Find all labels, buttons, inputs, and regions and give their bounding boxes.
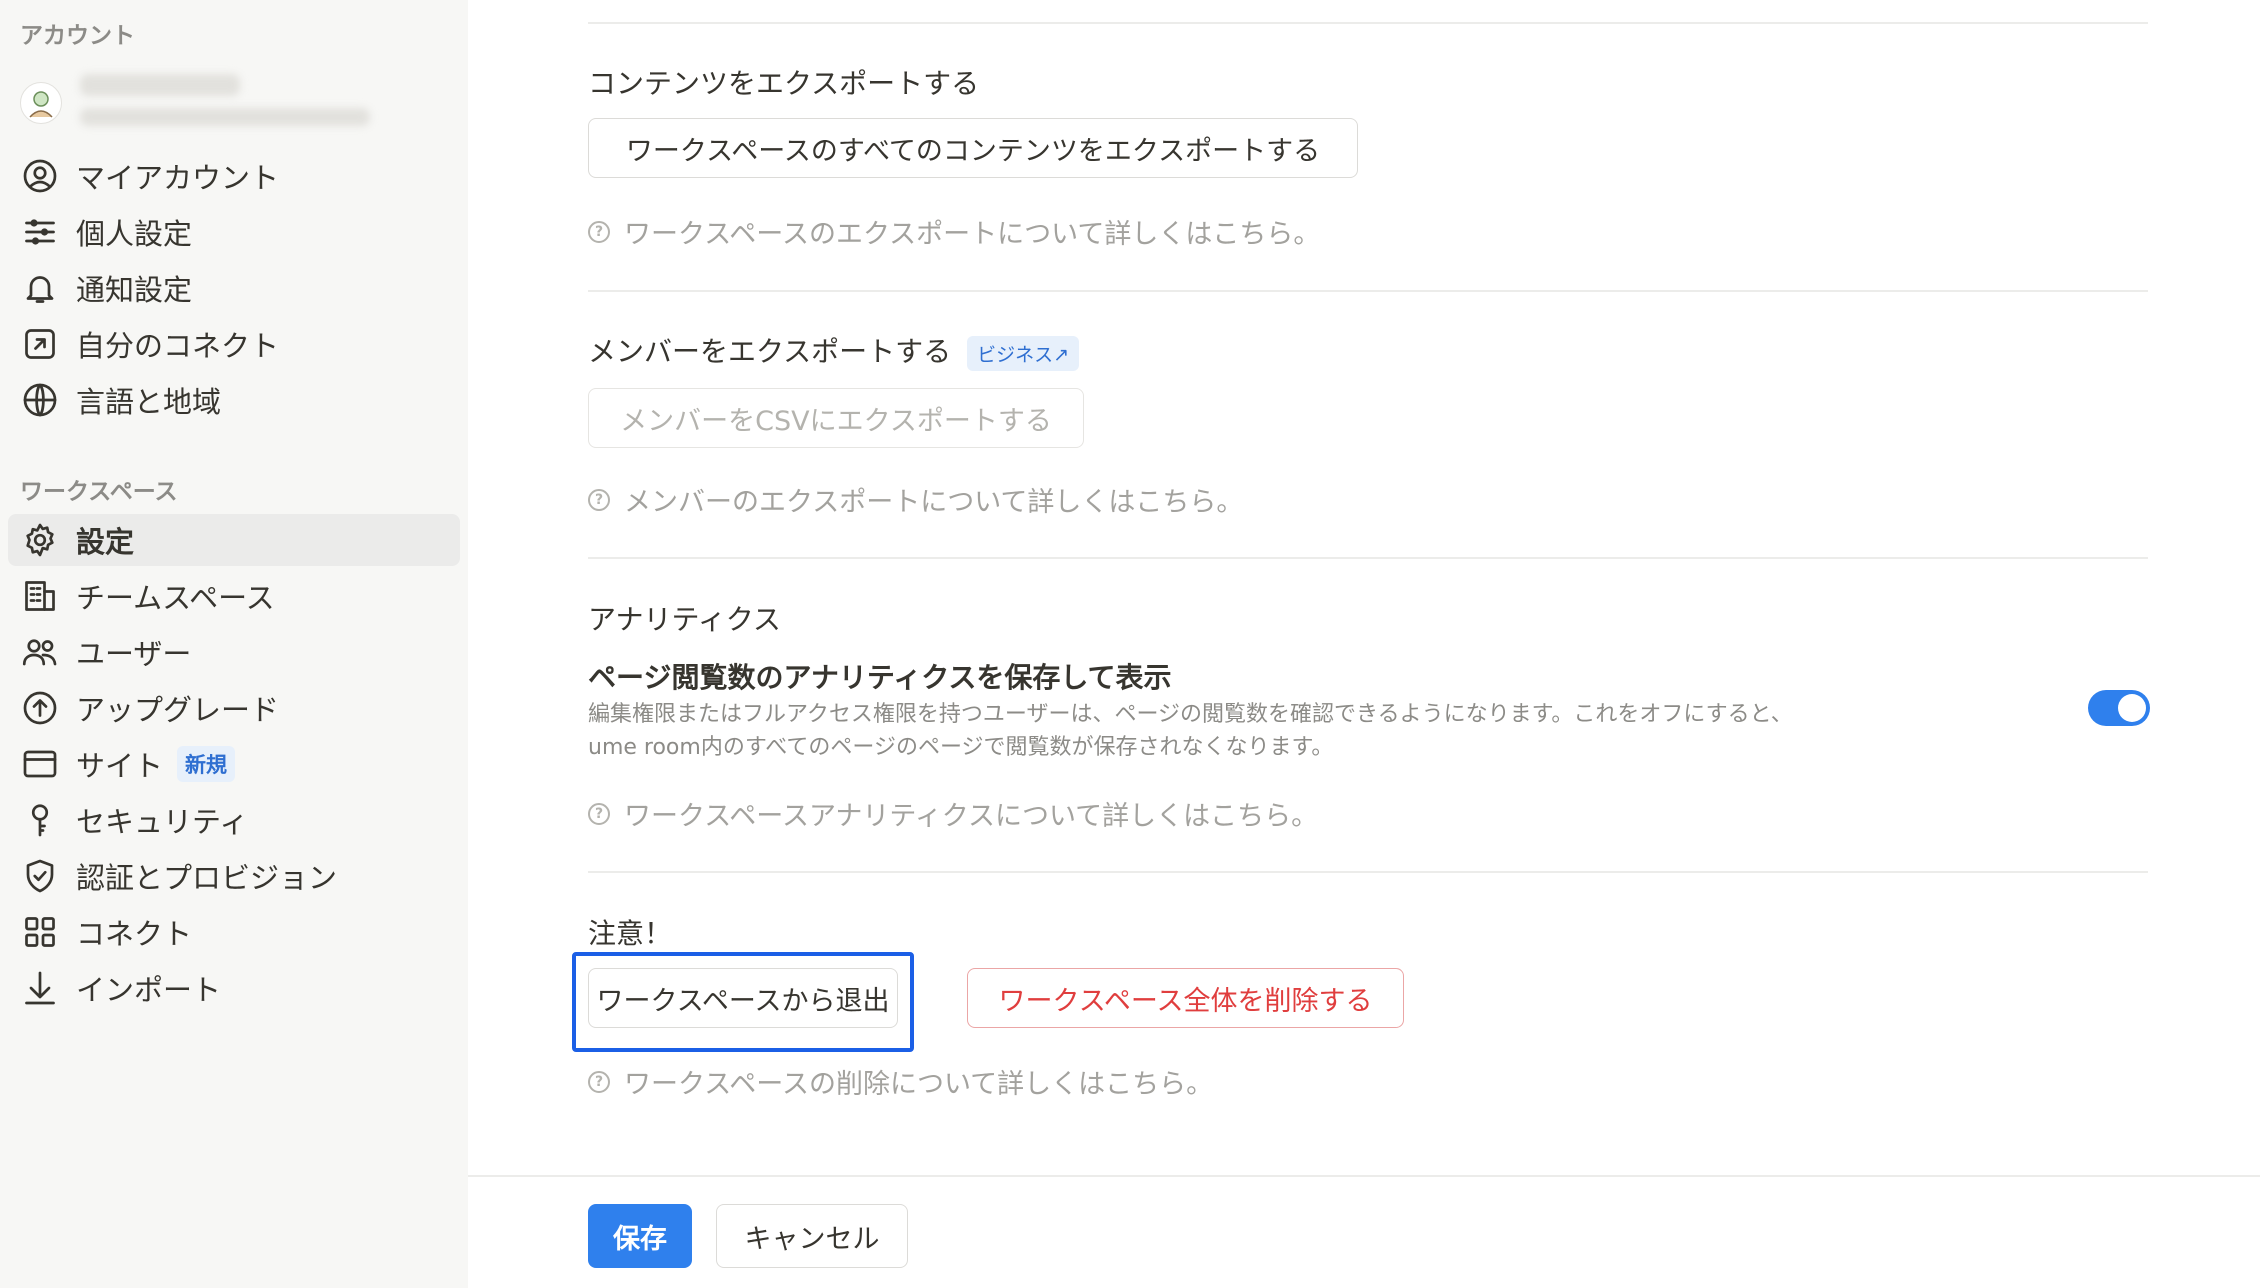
export-members-title-text: メンバーをエクスポートする — [588, 335, 952, 368]
leave-workspace-button[interactable]: ワークスペースから退出 — [588, 968, 898, 1028]
delete-workspace-help-link[interactable]: ? ワークスペースの削除について詳しくはこちら。 — [588, 1062, 1213, 1101]
user-circle-icon — [20, 156, 60, 196]
help-text: ワークスペースアナリティクスについて詳しくはこちら。 — [624, 801, 1319, 832]
sidebar-item-import[interactable]: インポート — [8, 962, 460, 1014]
browser-icon — [20, 744, 60, 784]
sidebar-item-label: 個人設定 — [76, 217, 193, 251]
account-profile[interactable] — [20, 68, 460, 138]
divider — [588, 290, 2148, 292]
new-badge: 新規 — [177, 746, 236, 782]
sidebar-item-connections[interactable]: コネクト — [8, 906, 460, 958]
grid-icon — [20, 912, 60, 952]
cancel-button[interactable]: キャンセル — [716, 1204, 908, 1268]
divider — [588, 557, 2148, 559]
help-icon: ? — [588, 1070, 610, 1093]
page-view-analytics-description: 編集権限またはフルアクセス権限を持つユーザーは、ページの閲覧数を確認できるように… — [588, 698, 1948, 764]
workspace-section-label: ワークスペース — [20, 479, 178, 505]
divider — [588, 871, 2148, 873]
sidebar-item-label: 設定 — [76, 525, 135, 559]
sidebar-item-label: インポート — [76, 973, 222, 1007]
sidebar-item-label: 通知設定 — [76, 273, 193, 307]
help-icon: ? — [588, 802, 610, 825]
help-text: メンバーのエクスポートについて詳しくはこちら。 — [624, 487, 1244, 518]
sidebar-item-settings[interactable]: 設定 — [8, 514, 460, 566]
building-icon — [20, 576, 60, 616]
help-icon: ? — [588, 488, 610, 511]
key-icon — [20, 800, 60, 840]
help-text: ワークスペースの削除について詳しくはこちら。 — [624, 1069, 1214, 1100]
analytics-title: アナリティクス — [588, 603, 781, 636]
sidebar-item-label: コネクト — [76, 917, 193, 951]
download-icon — [20, 968, 60, 1008]
help-text: ワークスペースのエクスポートについて詳しくはこちら。 — [624, 219, 1321, 250]
bell-icon — [20, 268, 60, 308]
sidebar-item-label: マイアカウント — [76, 161, 280, 195]
settings-main: コンテンツをエクスポートする ワークスペースのすべてのコンテンツをエクスポートす… — [468, 0, 2260, 1288]
account-section-label: アカウント — [20, 23, 135, 49]
arrow-square-icon — [20, 324, 60, 364]
sidebar-item-users[interactable]: ユーザー — [8, 626, 460, 678]
export-members-help-link[interactable]: ? メンバーのエクスポートについて詳しくはこちら。 — [588, 480, 1243, 519]
avatar — [20, 82, 62, 124]
save-button[interactable]: 保存 — [588, 1204, 692, 1268]
arrow-up-circle-icon — [20, 688, 60, 728]
description-line: ume room内のすべてのページのページで閲覧数が保存されなくなります。 — [588, 735, 1334, 760]
sidebar-item-label: チームスペース — [76, 581, 275, 615]
page-view-analytics-setting-title: ページ閲覧数のアナリティクスを保存して表示 — [588, 661, 1172, 694]
sidebar: アカウント マイアカウント 個人設定 通知設定 自分のコネクト 言語と地域 ワー… — [0, 0, 468, 1288]
footer-divider — [468, 1175, 2260, 1177]
export-all-content-button[interactable]: ワークスペースのすべてのコンテンツをエクスポートする — [588, 118, 1358, 178]
sidebar-item-label: 言語と地域 — [76, 385, 222, 419]
sidebar-item-sites[interactable]: サイト 新規 — [8, 738, 460, 790]
sidebar-item-personal-settings[interactable]: 個人設定 — [8, 206, 460, 258]
sidebar-item-my-account[interactable]: マイアカウント — [8, 150, 460, 202]
analytics-help-link[interactable]: ? ワークスペースアナリティクスについて詳しくはこちら。 — [588, 794, 1318, 833]
sliders-icon — [20, 212, 60, 252]
delete-workspace-button[interactable]: ワークスペース全体を削除する — [967, 968, 1404, 1028]
sidebar-item-label: サイト — [76, 749, 164, 783]
sidebar-item-label: セキュリティ — [76, 805, 249, 839]
users-icon — [20, 632, 60, 672]
export-members-title: メンバーをエクスポートする ビジネス↗ — [588, 330, 1080, 371]
export-members-csv-button[interactable]: メンバーをCSVにエクスポートする — [588, 388, 1084, 448]
export-content-help-link[interactable]: ? ワークスペースのエクスポートについて詳しくはこちら。 — [588, 212, 1320, 251]
sidebar-item-label: 自分のコネクト — [76, 329, 280, 363]
sidebar-item-security[interactable]: セキュリティ — [8, 794, 460, 846]
sidebar-item-label: アップグレード — [76, 693, 280, 727]
sidebar-item-upgrade[interactable]: アップグレード — [8, 682, 460, 734]
page-view-analytics-toggle[interactable] — [2088, 690, 2150, 726]
sidebar-item-label: ユーザー — [76, 637, 192, 671]
sidebar-item-my-connections[interactable]: 自分のコネクト — [8, 318, 460, 370]
sidebar-item-label: 認証とプロビジョン — [76, 861, 338, 895]
description-line: 編集権限またはフルアクセス権限を持つユーザーは、ページの閲覧数を確認できるように… — [588, 702, 1793, 727]
help-icon: ? — [588, 220, 610, 243]
business-plan-badge[interactable]: ビジネス↗ — [967, 335, 1080, 371]
toggle-knob — [2118, 694, 2146, 722]
sidebar-item-auth-provisioning[interactable]: 認証とプロビジョン — [8, 850, 460, 902]
danger-zone-title: 注意！ — [588, 917, 673, 950]
gear-icon — [20, 520, 60, 560]
sidebar-item-teamspaces[interactable]: チームスペース — [8, 570, 460, 622]
sidebar-item-notifications[interactable]: 通知設定 — [8, 262, 460, 314]
shield-check-icon — [20, 856, 60, 896]
divider — [588, 22, 2148, 24]
sidebar-item-language-region[interactable]: 言語と地域 — [8, 374, 460, 426]
export-content-title: コンテンツをエクスポートする — [588, 67, 980, 100]
globe-icon — [20, 380, 60, 420]
